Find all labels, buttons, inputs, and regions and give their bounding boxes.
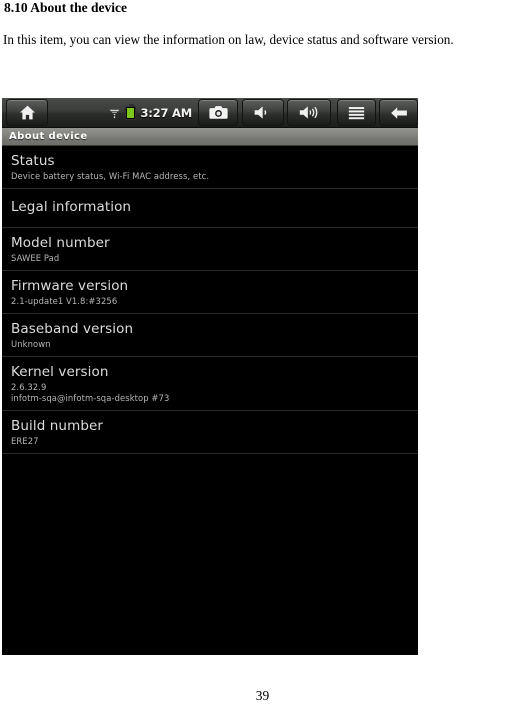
settings-list: Status Device battery status, Wi-Fi MAC … [2,146,418,654]
camera-icon [208,105,228,120]
status-icons: 3:27 AM [108,103,192,120]
page-number: 39 [255,688,270,703]
list-item[interactable]: Legal information [2,189,418,228]
list-item-title: Status [11,153,55,169]
device-screenshot: 3:27 AM About device Status Device batte… [2,98,418,655]
screen-title: About device [9,131,88,142]
list-item[interactable]: Kernel version 2.6.32.9 infotm-sqa@infot… [2,357,418,411]
volume-down-icon [253,105,273,120]
list-item-subtitle: 2.6.32.9 [11,382,47,392]
section-paragraph: In this item, you can view the informati… [3,26,524,53]
camera-button[interactable] [198,99,238,126]
list-item-title: Build number [11,418,104,434]
battery-icon [125,103,137,120]
status-clock: 3:27 AM [140,105,192,120]
list-item[interactable]: Build number ERE27 [2,411,418,454]
list-item-subtitle: Device battery status, Wi-Fi MAC address… [11,171,210,181]
list-item-subtitle-secondary: infotm-sqa@infotm-sqa-desktop #73 [11,393,170,403]
volume-down-button[interactable] [242,99,284,126]
list-item-subtitle: 2.1-update1 V1.8:#3256 [11,296,118,306]
list-item[interactable]: Status Device battery status, Wi-Fi MAC … [2,146,418,189]
volume-up-button[interactable] [287,99,331,126]
list-item-title: Legal information [11,199,132,215]
list-item[interactable]: Firmware version 2.1-update1 V1.8:#3256 [2,271,418,314]
system-bar: 3:27 AM [2,98,418,128]
back-arrow-icon [390,106,408,120]
list-item[interactable]: Model number SAWEE Pad [2,228,418,271]
list-item-subtitle: SAWEE Pad [11,253,60,263]
list-item-subtitle: ERE27 [11,436,39,446]
menu-icon [348,106,365,120]
list-item-title: Kernel version [11,364,109,380]
volume-up-icon [298,105,320,120]
home-icon [19,105,36,120]
menu-button[interactable] [337,99,376,126]
list-item-title: Baseband version [11,321,134,337]
screen-title-bar: About device [2,128,418,146]
section-paragraph-text: In this item, you can view the informati… [3,32,454,47]
list-item-title: Firmware version [11,278,129,294]
wifi-icon [108,106,121,120]
home-button[interactable] [6,99,48,126]
list-item-title: Model number [11,235,110,251]
list-item-subtitle: Unknown [11,339,51,349]
back-button[interactable] [379,99,418,126]
section-heading: 8.10 About the device [4,0,127,15]
list-item[interactable]: Baseband version Unknown [2,314,418,357]
